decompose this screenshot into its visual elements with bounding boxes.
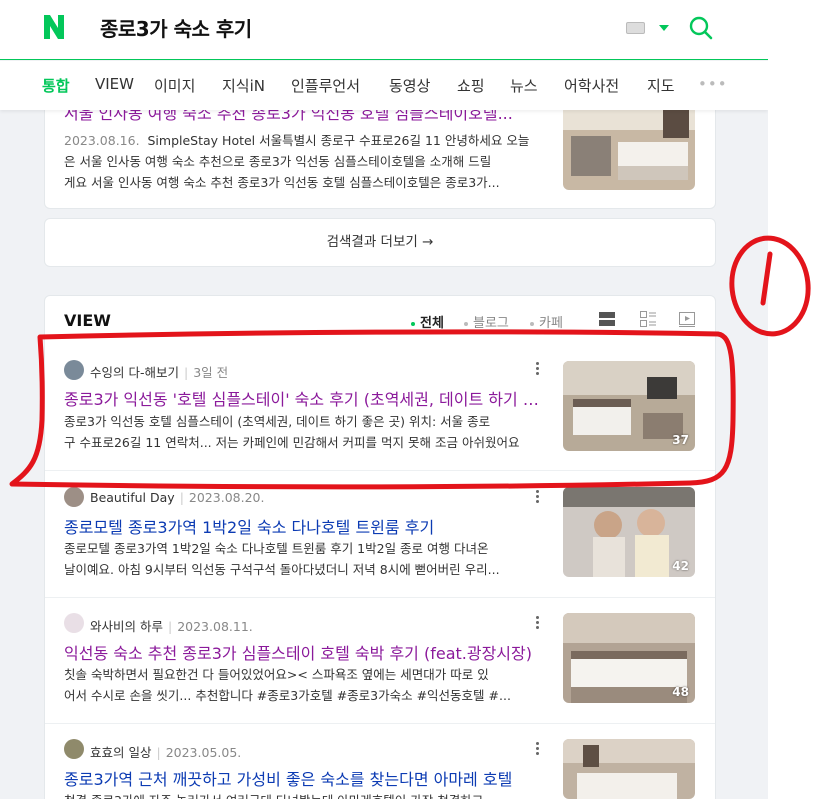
result-desc-line: 은 서울 인사동 여행 숙소 추천으로 종로3가 익선동 심플스테이호텔을 소개… <box>64 154 492 169</box>
tab-video[interactable]: 동영상 <box>389 75 430 96</box>
divider <box>45 723 715 724</box>
tab-map[interactable]: 지도 <box>647 75 675 96</box>
post-author[interactable]: 효효의 일상 | 2023.05.05. <box>90 742 241 761</box>
more-options-icon[interactable] <box>536 616 540 631</box>
filter-cafe[interactable]: 카페 <box>530 312 563 331</box>
post-thumbnail[interactable]: 48 <box>563 613 695 703</box>
tab-kin[interactable]: 지식iN <box>222 75 265 96</box>
avatar[interactable] <box>64 613 84 633</box>
more-tabs-icon[interactable]: ••• <box>698 75 728 93</box>
filter-all[interactable]: 전체 <box>411 312 444 331</box>
post-description: 종로모텔 종로3가역 1박2일 숙소 다나호텔 트윈룸 후기 1박2일 종로 여… <box>64 541 500 577</box>
avatar[interactable] <box>64 360 84 380</box>
post-title[interactable]: 종로모텔 종로3가역 1박2일 숙소 다나호텔 트윈룸 후기 <box>64 514 539 538</box>
post-thumbnail[interactable]: 42 <box>563 487 695 577</box>
tab-shopping[interactable]: 쇼핑 <box>457 75 485 96</box>
naver-logo[interactable] <box>42 14 66 40</box>
keyboard-icon[interactable] <box>626 22 645 34</box>
search-results-page: 종로3가 숙소 후기 통합 VIEW 이미지 지식iN 인플루언서 동영상 쇼핑… <box>0 0 768 799</box>
result-date: 2023.08.16. <box>64 133 140 148</box>
divider <box>45 470 715 471</box>
more-options-icon[interactable] <box>536 362 540 377</box>
tab-view[interactable]: VIEW <box>95 75 134 93</box>
section-title: VIEW <box>64 311 111 330</box>
chevron-down-icon[interactable] <box>659 25 669 31</box>
video-view-icon[interactable] <box>679 311 695 327</box>
search-icon[interactable] <box>688 15 714 41</box>
list-view-icon[interactable] <box>599 311 615 327</box>
photo-count: 48 <box>672 685 689 699</box>
result-description: 2023.08.16. SimpleStay Hotel 서울특별시 종로구 수… <box>64 130 544 193</box>
divider <box>45 597 715 598</box>
tab-all[interactable]: 통합 <box>42 75 70 96</box>
avatar[interactable] <box>64 739 84 759</box>
post-author[interactable]: 수잉의 다-해보기 | 3일 전 <box>90 362 228 381</box>
tab-dictionary[interactable]: 어학사전 <box>564 75 619 96</box>
post-thumbnail[interactable]: 37 <box>563 361 695 451</box>
search-header: 종로3가 숙소 후기 <box>0 0 768 60</box>
post-title[interactable]: 종로3가역 근처 깨끗하고 가성비 좋은 숙소를 찾는다면 아마레 호텔 <box>64 766 539 790</box>
more-results-button[interactable]: 검색결과 더보기 → <box>44 218 716 267</box>
post-description: 종로3가 익선동 호텔 심플스테이 (초역세권, 데이트 하기 좋은 곳) 위치… <box>64 414 520 450</box>
more-options-icon[interactable] <box>536 742 540 757</box>
result-desc-line: 게요 서울 인사동 여행 숙소 추천 종로3가 익선동 호텔 심플스테이호텔은 … <box>64 175 500 190</box>
search-query[interactable]: 종로3가 숙소 후기 <box>100 13 252 42</box>
detail-view-icon[interactable] <box>640 311 656 327</box>
photo-count: 42 <box>672 559 689 573</box>
post-author[interactable]: Beautiful Day | 2023.08.20. <box>90 490 264 505</box>
photo-count: 37 <box>672 433 689 447</box>
page-margin <box>768 0 817 799</box>
post-title[interactable]: 익선동 숙소 추천 종로3가 심플스테이 호텔 숙박 후기 (feat.광장시장… <box>64 640 539 664</box>
post-description: 청결 종로3가에 자주 놀러가서 여러군데 다녀봤는데 아마레호텔이 가장 청결… <box>64 790 539 799</box>
tab-news[interactable]: 뉴스 <box>510 75 538 96</box>
post-title[interactable]: 종로3가 익선동 '호텔 심플스테이' 숙소 후기 (초역세권, 데이트 하기 … <box>64 386 539 410</box>
search-tabs: 통합 VIEW 이미지 지식iN 인플루언서 동영상 쇼핑 뉴스 어학사전 지도… <box>0 61 768 110</box>
result-desc-line: SimpleStay Hotel 서울특별시 종로구 수표로26길 11 안녕하… <box>147 133 530 148</box>
filter-blog[interactable]: 블로그 <box>464 312 509 331</box>
more-options-icon[interactable] <box>536 490 540 505</box>
post-author[interactable]: 와사비의 하루 | 2023.08.11. <box>90 616 253 635</box>
post-thumbnail[interactable] <box>563 739 695 799</box>
tab-images[interactable]: 이미지 <box>154 75 195 96</box>
result-thumbnail[interactable] <box>563 100 695 190</box>
tab-influencer[interactable]: 인플루언서 <box>291 75 360 96</box>
post-description: 칫솔 숙박하면서 필요한건 다 들어있었어요>< 스파욕조 옆에는 세면대가 따… <box>64 667 511 703</box>
avatar[interactable] <box>64 487 84 507</box>
